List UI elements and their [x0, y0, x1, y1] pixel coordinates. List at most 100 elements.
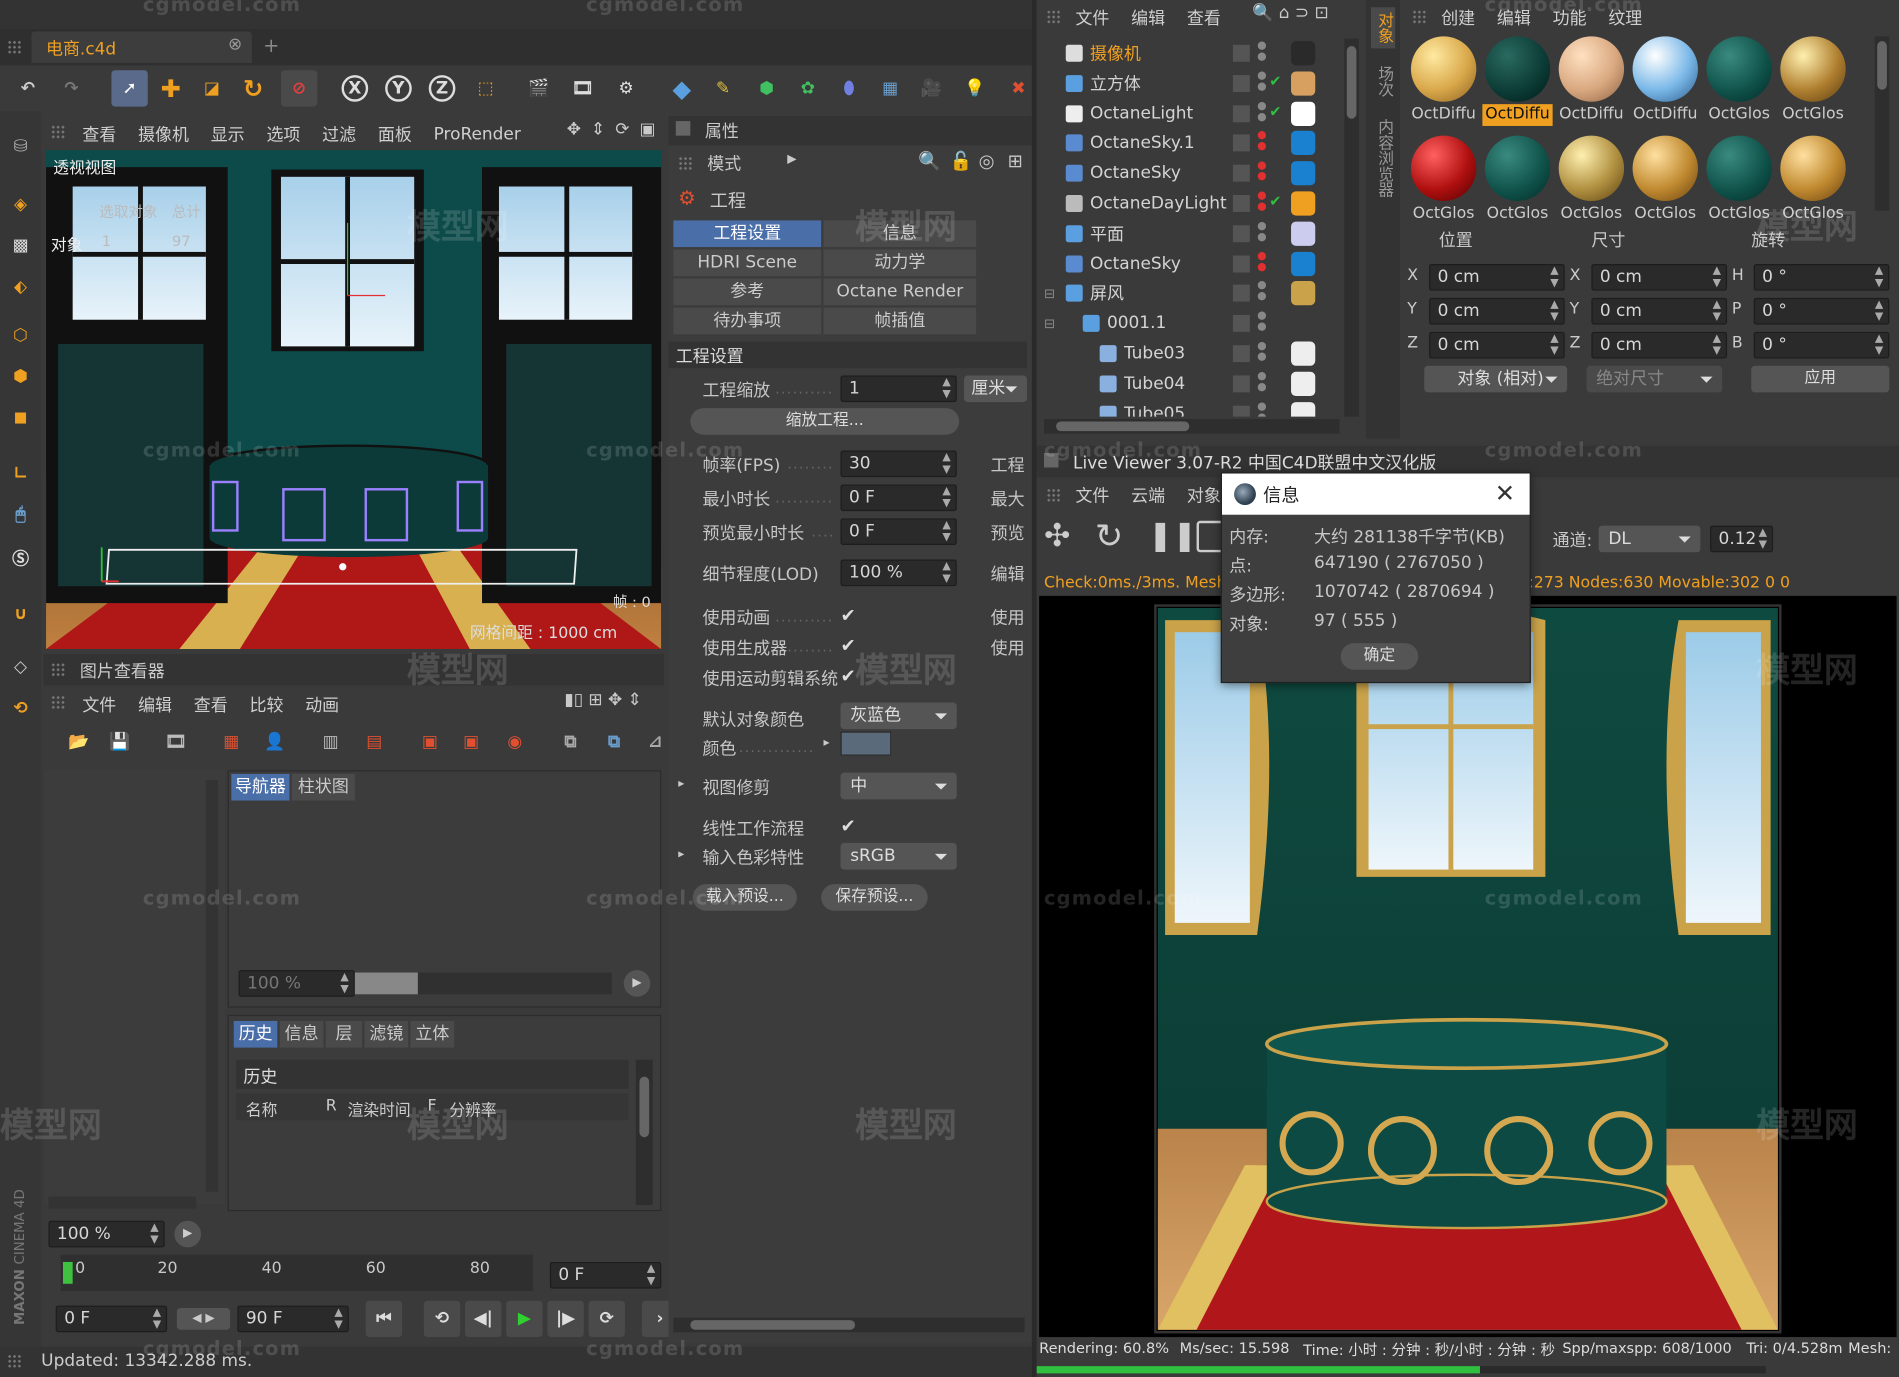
visibility-toggle-icon[interactable] [1232, 134, 1250, 152]
material-swatch[interactable]: OctGlos [1777, 36, 1850, 133]
material-scrollbar[interactable] [1874, 36, 1890, 211]
render-dots-icon[interactable]: ●● [1257, 251, 1267, 273]
next-key-icon[interactable]: ⟳ [588, 1300, 625, 1338]
visibility-toggle-icon[interactable] [1232, 345, 1250, 363]
visibility-toggle-icon[interactable] [1232, 225, 1250, 242]
tab-stereo[interactable]: 立体 [410, 1020, 455, 1048]
file-tab[interactable]: 电商.c4d ⊗ [31, 31, 252, 63]
object-row[interactable]: OctaneSky ● ● [1044, 159, 1347, 188]
deformer-icon[interactable]: ⬮ [831, 70, 867, 106]
mode-arrow-icon[interactable]: ▶ [787, 153, 796, 166]
attributes-hscroll[interactable] [673, 1317, 1025, 1333]
material-tag-icon[interactable] [1291, 71, 1316, 96]
render-dots-icon[interactable]: ●● [1257, 41, 1267, 63]
lod-field[interactable]: 100 % ▲ ▼ [840, 559, 957, 587]
material-tag-icon[interactable] [1291, 371, 1316, 396]
range-slider[interactable]: ◀ ▶ [176, 1307, 231, 1330]
lock-icon[interactable]: 🔓 [950, 150, 973, 172]
visibility-toggle-icon[interactable] [1232, 405, 1250, 417]
attributes-mode-menu[interactable]: 模式 [707, 151, 741, 175]
material-tag-icon[interactable] [1291, 161, 1316, 186]
pv-clapper-icon[interactable]: 🎞 [157, 724, 193, 760]
go-to-start-icon[interactable]: ⏮ [365, 1300, 403, 1338]
object-row[interactable]: ⊟ 屏风 ● ● [1044, 279, 1347, 308]
color-expand-icon[interactable]: ▸ [824, 736, 830, 749]
tab-history[interactable]: 历史 [233, 1020, 278, 1048]
object-row[interactable]: OctaneSky ● ● [1044, 249, 1347, 278]
coord-field[interactable]: 0 cm ▲ ▼ [1429, 264, 1565, 291]
render-dots-icon[interactable]: ●● [1257, 131, 1267, 153]
color-swatch[interactable] [840, 731, 892, 756]
pv-layers-icon[interactable]: ▤ [356, 724, 392, 760]
tab-navigator[interactable]: 导航器 [231, 773, 290, 801]
pv-hscroll[interactable] [48, 1196, 197, 1209]
enabled-check-icon[interactable]: ✔ [1269, 72, 1281, 89]
pen-icon[interactable]: ✎ [705, 70, 741, 106]
material-swatch[interactable]: OctGlos [1703, 36, 1776, 133]
material-tag-icon[interactable] [1291, 101, 1316, 126]
material-tag-icon[interactable] [1291, 341, 1316, 366]
material-tag-icon[interactable] [1291, 251, 1316, 276]
visibility-toggle-icon[interactable] [1232, 104, 1250, 122]
mat-menu-create[interactable]: 创建 [1441, 6, 1475, 30]
om-menu-view[interactable]: 查看 [1187, 6, 1221, 30]
axis-z-button[interactable]: Z [424, 70, 460, 106]
select-tool-icon[interactable]: ➚ [111, 70, 148, 107]
col-render-time[interactable]: 渲染时间 [348, 1097, 411, 1120]
live-select-icon[interactable]: ⊘ [280, 70, 318, 107]
coord-field[interactable]: 0 cm ▲ ▼ [1429, 331, 1565, 359]
material-swatch[interactable]: OctDiffu [1481, 36, 1554, 133]
timeline-zoom-play-icon[interactable]: ▶ [174, 1220, 202, 1248]
picture-viewer-canvas[interactable] [43, 770, 226, 1204]
axis-mode-icon[interactable]: ∟ [2, 455, 38, 491]
search-icon[interactable]: 🔍 [918, 150, 941, 172]
view-clip-dropdown[interactable]: 中 [840, 772, 957, 800]
timeline-zoom-field[interactable]: 100 % ▲ ▼ [48, 1220, 165, 1248]
view-clip-expand-icon[interactable]: ▸ [678, 778, 684, 791]
object-row[interactable]: Tube04 ● ● [1044, 369, 1347, 398]
color-profile-expand-icon[interactable]: ▸ [678, 848, 684, 861]
cube-icon[interactable]: ◆ [664, 70, 700, 106]
viewport-layout-icon[interactable]: ▣ [639, 120, 655, 139]
save-preset-button[interactable]: 保存预设... [821, 884, 928, 911]
end-frame-field[interactable]: 90 F ▲ ▼ [237, 1305, 349, 1333]
render-dots-icon[interactable]: ●● [1257, 191, 1267, 213]
render-dots-icon[interactable]: ●● [1257, 221, 1267, 243]
object-list-hscroll[interactable] [1043, 419, 1340, 434]
visibility-toggle-icon[interactable] [1232, 164, 1250, 182]
visibility-toggle-icon[interactable] [1232, 375, 1250, 393]
lv-menu-file[interactable]: 文件 [1075, 483, 1109, 507]
light-icon[interactable]: 💡 [957, 70, 993, 106]
render-view-icon[interactable]: 🎬 [521, 70, 557, 106]
texture-mode-icon[interactable]: ▩ [2, 228, 38, 264]
layer2-icon[interactable]: ⟲ [2, 690, 38, 726]
object-row[interactable]: OctaneSky.1 ● ● [1044, 129, 1347, 158]
viewport-menu-prorender[interactable]: ProRender [434, 125, 521, 144]
tab-layers[interactable]: 层 [325, 1020, 363, 1048]
object-row[interactable]: 立方体 ● ● ✔ [1044, 69, 1347, 98]
rotate-tool-icon[interactable]: ↻ [235, 70, 271, 106]
pv-layout-icon[interactable]: ▮▯ ⊞ ✥ ⇕ [564, 690, 641, 709]
use-generators-checkbox[interactable]: ✔ [841, 636, 860, 655]
redo-icon[interactable]: ↷ [53, 70, 89, 106]
render-settings-icon[interactable]: ⚙ [608, 70, 644, 106]
object-row[interactable]: Tube03 ● ● [1044, 339, 1347, 368]
scale-tool-icon[interactable]: ◪ [194, 70, 230, 106]
next-frame-icon[interactable]: |▶ [547, 1300, 584, 1338]
pv-stack-icon[interactable]: ▥ [312, 724, 348, 760]
layer-icon[interactable]: ◇ [2, 649, 38, 685]
pv-ab-swap-icon[interactable]: ⧉ [596, 724, 632, 760]
current-frame-field[interactable]: 0 F ▲ ▼ [549, 1261, 662, 1289]
coord-field[interactable]: 0 ° ▲ ▼ [1753, 297, 1890, 325]
coord-field[interactable]: 0 cm ▲ ▼ [1429, 297, 1565, 325]
object-row[interactable]: 平面 ● ● [1044, 219, 1347, 248]
scale-unit-dropdown[interactable]: 厘米 [964, 375, 1028, 403]
lv-send-icon[interactable]: ✣ [1044, 518, 1070, 554]
render-dots-icon[interactable]: ●● [1257, 341, 1267, 364]
history-scrollbar[interactable] [635, 1059, 653, 1206]
floor-icon[interactable]: ▦ [872, 70, 908, 106]
target-icon[interactable]: ◎ [979, 150, 995, 172]
lv-menu-objects[interactable]: 对象 [1187, 483, 1221, 507]
lv-value-field[interactable]: 0.12 ▲ ▼ [1710, 525, 1774, 553]
mat-menu-edit[interactable]: 编辑 [1497, 6, 1531, 30]
